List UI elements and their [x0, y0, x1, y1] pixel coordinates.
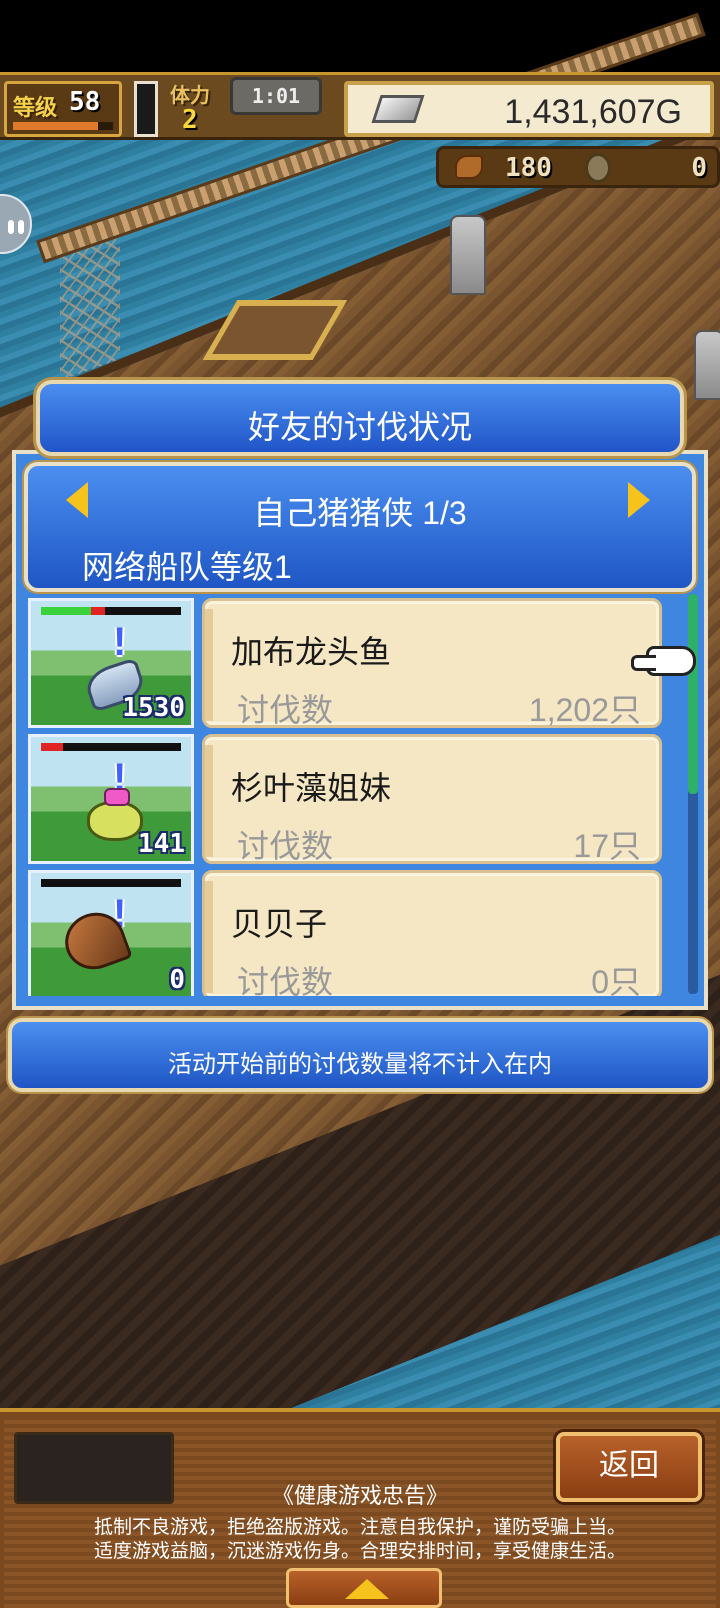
monster-name: 杉叶藻姐妹 [231, 770, 392, 806]
list-item[interactable]: ! 0 贝贝子 讨伐数 0只 [28, 868, 694, 996]
gold-panel[interactable]: 1,431,607G [344, 81, 714, 137]
level-panel: 等级 58 [4, 81, 122, 137]
hand-pointer-icon [631, 646, 696, 676]
hp-bar [41, 743, 181, 751]
deck-lamp [694, 330, 720, 400]
level-label: 等级 [13, 95, 58, 120]
thumbnail-count: 141 [138, 829, 185, 859]
list-item[interactable]: ! 1530 加布龙头鱼 讨伐数 1,202只 [28, 596, 694, 730]
silver-bar-icon [371, 95, 425, 123]
resource-panel[interactable]: 180 0 [436, 146, 720, 188]
friend-subjugation-panel: 自己猪猪侠 1/3 网络船队等级1 ! 1530 加布龙头鱼 讨伐数 1,202… [12, 450, 708, 1010]
monster-thumbnail: ! 1530 [28, 598, 194, 728]
monster-thumbnail: ! 141 [28, 734, 194, 864]
bottom-bar: 返回 《健康游戏忠告》 抵制不良游戏，拒绝盗版游戏。注意自我保护，谨防受骗上当。… [0, 1408, 720, 1608]
panel-header: 自己猪猪侠 1/3 网络船队等级1 [24, 462, 696, 592]
hp-fill [41, 607, 92, 615]
defeat-count-label: 讨伐数 [237, 692, 334, 728]
monster-card[interactable]: 杉叶藻姐妹 讨伐数 17只 [202, 734, 662, 864]
defeat-count-value: 0只 [591, 964, 641, 996]
list-item[interactable]: ! 141 杉叶藻姐妹 讨伐数 17只 [28, 732, 694, 866]
bottom-bar-inner: 返回 《健康游戏忠告》 抵制不良游戏，拒绝盗版游戏。注意自我保护，谨防受骗上当。… [4, 1416, 716, 1608]
notice-banner: 活动开始前的讨伐数量将不计入在内 [8, 1018, 712, 1092]
scrollbar-thumb[interactable] [688, 594, 698, 794]
defeat-count-label: 讨伐数 [237, 828, 334, 864]
seaweed-icon [87, 788, 143, 841]
medal-icon [585, 153, 611, 183]
deck-lamp [450, 215, 486, 295]
monster-card[interactable]: 贝贝子 讨伐数 0只 [202, 870, 662, 996]
health-advice-line: 抵制不良游戏，拒绝盗版游戏。注意自我保护，谨防受骗上当。 [93, 1517, 626, 1538]
monster-name: 贝贝子 [231, 906, 328, 942]
level-value: 58 [69, 87, 101, 117]
top-hud: 等级 58 体力 2 1:01 1,431,607G [0, 72, 720, 140]
level-progress-bar [13, 122, 113, 130]
defeat-count-value: 1,202只 [528, 692, 641, 728]
stamina-gauge [134, 81, 158, 137]
page-label: 自己猪猪侠 1/3 [253, 495, 467, 531]
exclamation-icon: ! [113, 620, 127, 664]
monster-thumbnail: ! 0 [28, 870, 194, 996]
stamina-label: 体力 [170, 85, 210, 107]
health-advice-title: 《健康游戏忠告》 [271, 1483, 448, 1508]
hp-bar [41, 607, 181, 615]
food-icon [455, 155, 483, 179]
thumbnail-count: 0 [169, 965, 185, 995]
hp-damage [41, 743, 64, 751]
defeat-count-label: 讨伐数 [237, 964, 334, 996]
expand-menu-button[interactable] [286, 1568, 442, 1608]
next-page-arrow-icon[interactable] [628, 482, 650, 518]
fleet-level-label: 网络船队等级1 [82, 549, 292, 585]
food-value: 180 [505, 153, 552, 183]
medal-value: 0 [691, 153, 707, 183]
gold-value: 1,431,607G [504, 93, 682, 131]
health-advice-line: 适度游戏益脑，沉迷游戏伤身。合理安排时间，享受健康生活。 [93, 1541, 626, 1562]
hp-damage [91, 607, 106, 615]
stamina-value: 2 [182, 105, 198, 135]
defeat-count-value: 17只 [573, 828, 641, 864]
thumbnail-count: 1530 [122, 693, 185, 723]
monster-name: 加布龙头鱼 [231, 634, 392, 670]
modal-title: 好友的讨伐状况 [247, 409, 472, 445]
modal-title-banner: 好友的讨伐状况 [36, 380, 684, 456]
stamina-timer: 1:01 [230, 77, 322, 115]
hp-bar [41, 879, 181, 887]
level-progress-fill [13, 122, 98, 130]
monster-list[interactable]: ! 1530 加布龙头鱼 讨伐数 1,202只 ! 141 杉叶藻姐妹 讨伐数 … [28, 596, 694, 996]
chevron-up-icon [345, 1579, 389, 1599]
monster-card[interactable]: 加布龙头鱼 讨伐数 1,202只 [202, 598, 662, 728]
notice-text: 活动开始前的讨伐数量将不计入在内 [168, 1051, 552, 1078]
